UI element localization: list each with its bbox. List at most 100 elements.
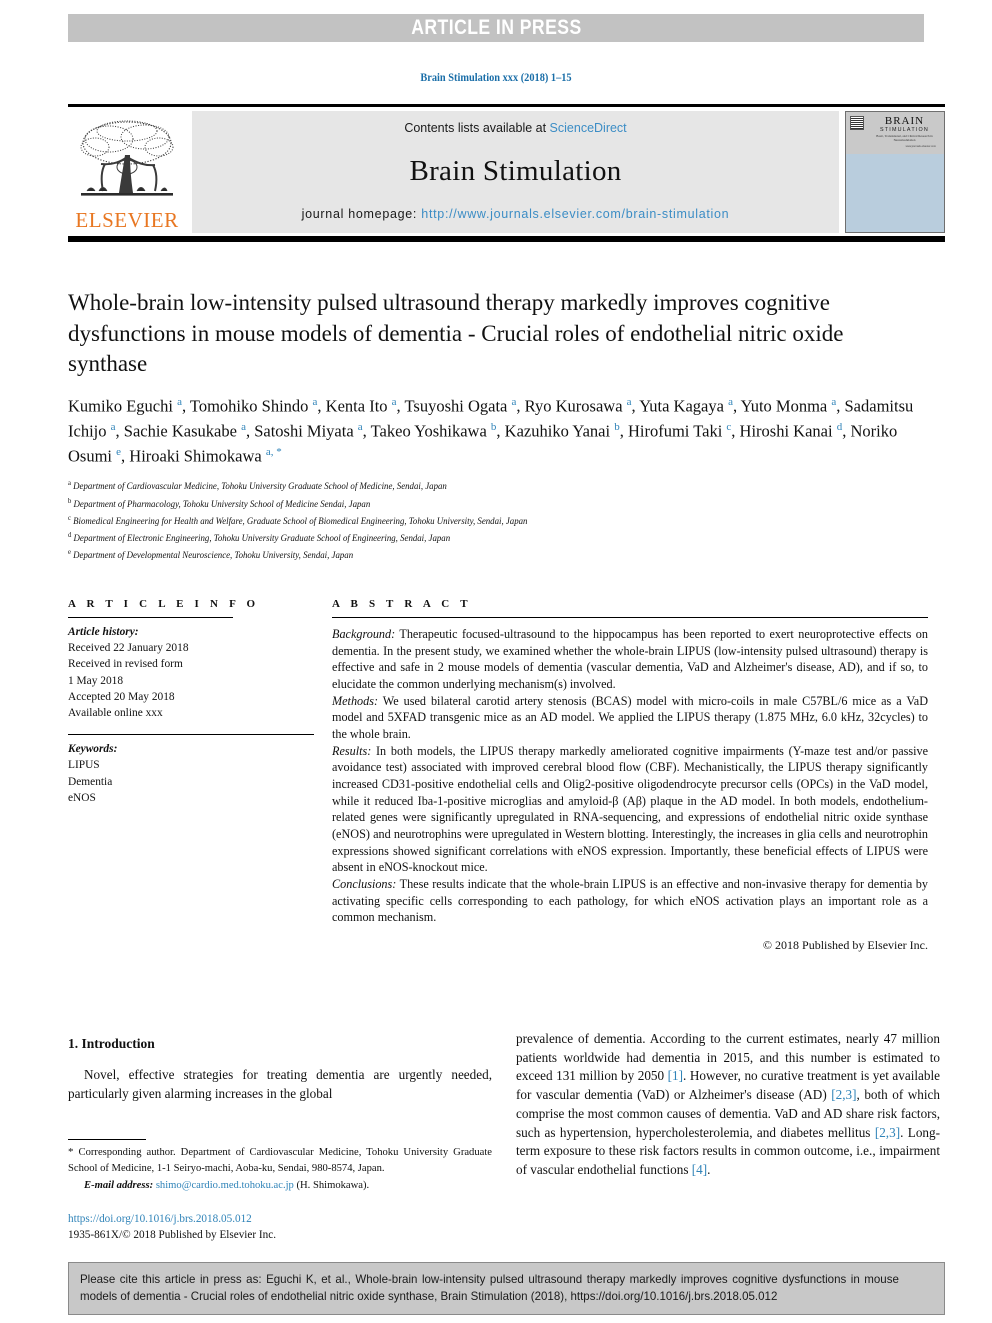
author-affiliation-marker: a <box>626 395 632 408</box>
author-affiliation-marker: a <box>511 395 517 408</box>
author-name[interactable]: Hiroaki Shimokawa <box>129 447 266 466</box>
citation-ref-4[interactable]: [4] <box>692 1162 707 1177</box>
citation-ref-1[interactable]: [1] <box>668 1068 683 1083</box>
author-affiliation-marker: a, * <box>265 446 282 459</box>
citation-ref-2[interactable]: [2,3] <box>831 1087 856 1102</box>
journal-title: Brain Stimulation <box>409 154 622 187</box>
doi-link[interactable]: https://doi.org/10.1016/j.brs.2018.05.01… <box>68 1211 492 1227</box>
article-history-item: Received in revised form <box>68 658 183 671</box>
introduction-paragraph-right: prevalence of dementia. According to the… <box>516 1030 940 1180</box>
cover-title-stimulation: STIMULATION <box>879 127 930 133</box>
abstract-column: A B S T R A C T Background: Therapeutic … <box>332 598 928 953</box>
affiliation-text: Department of Electronic Engineering, To… <box>71 534 451 544</box>
abstract-results-label: Results: <box>332 743 372 758</box>
cite-this-article-box: Please cite this article in press as: Eg… <box>68 1262 945 1316</box>
cover-title-brain: BRAIN <box>884 115 925 127</box>
author-name[interactable]: Tomohiko Shindo <box>190 396 313 415</box>
elsevier-wordmark: ELSEVIER <box>75 208 179 232</box>
homepage-url-link[interactable]: http://www.journals.elsevier.com/brain-s… <box>421 207 729 221</box>
abstract-body: Background: Therapeutic focused-ultrasou… <box>332 626 928 926</box>
journal-homepage-line: journal homepage: http://www.journals.el… <box>302 207 730 221</box>
author-name[interactable]: Sachie Kasukabe <box>124 421 241 440</box>
contents-available-line: Contents lists available at ScienceDirec… <box>404 121 626 135</box>
article-history-item: Received 22 January 2018 <box>68 642 189 655</box>
cover-header: BRAIN STIMULATION Basic, Translational, … <box>846 112 944 154</box>
article-history-block: Article history: Received 22 January 201… <box>68 624 314 721</box>
author-name[interactable]: Ryo Kurosawa <box>525 396 627 415</box>
author-affiliation-marker: b <box>490 420 497 433</box>
abstract-background-text: Therapeutic focused-ultrasound to the hi… <box>332 627 928 691</box>
affiliation-entry: b Department of Pharmacology, Tohoku Uni… <box>68 496 885 513</box>
article-in-press-label: ARTICLE IN PRESS <box>410 16 582 39</box>
author-affiliation-marker: c <box>726 420 732 433</box>
article-history-item: Accepted 20 May 2018 <box>68 690 175 703</box>
author-affiliation-marker: a <box>357 420 363 433</box>
affiliation-text: Biomedical Engineering for Health and We… <box>70 516 528 527</box>
keywords-label: Keywords: <box>68 743 118 756</box>
body-column-left: 1. Introduction Novel, effective strateg… <box>68 1036 492 1243</box>
abstract-methods: Methods: We used bilateral carotid arter… <box>332 693 928 743</box>
running-head-citation: Brain Stimulation xxx (2018) 1–15 <box>420 72 572 84</box>
abstract-rule <box>332 617 928 618</box>
abstract-heading: A B S T R A C T <box>332 598 472 610</box>
doi-block: https://doi.org/10.1016/j.brs.2018.05.01… <box>68 1211 492 1243</box>
introduction-heading: 1. Introduction <box>68 1036 155 1051</box>
article-title: Whole-brain low-intensity pulsed ultraso… <box>68 290 844 377</box>
article-info-heading: A R T I C L E I N F O <box>68 598 260 610</box>
author-affiliation-marker: a <box>312 395 318 408</box>
introduction-paragraph-left: Novel, effective strategies for treating… <box>68 1067 492 1101</box>
author-affiliation-marker: a <box>391 395 397 408</box>
author-affiliation-marker: b <box>614 420 620 433</box>
affiliation-list: a Department of Cardiovascular Medicine,… <box>68 478 928 564</box>
citation-ref-3[interactable]: [2,3] <box>875 1125 900 1140</box>
author-name[interactable]: Tsuyoshi Ogata <box>405 396 512 415</box>
sciencedirect-link[interactable]: ScienceDirect <box>550 121 627 135</box>
abstract-results-text: In both models, the LIPUS therapy marked… <box>332 743 928 875</box>
abstract-conclusions: Conclusions: These results indicate that… <box>332 876 928 926</box>
cover-url: www.journals.elsevier.com <box>905 144 936 148</box>
cover-title-group: BRAIN STIMULATION Basic, Translational, … <box>869 116 940 148</box>
article-info-column: A R T I C L E I N F O Article history: R… <box>68 598 314 806</box>
keyword-item: LIPUS <box>68 759 100 772</box>
elsevier-tree-icon <box>80 120 174 196</box>
affiliation-entry: e Department of Developmental Neuroscien… <box>68 547 885 564</box>
author-name[interactable]: Kumiko Eguchi <box>68 396 177 415</box>
footnote-rule <box>68 1139 146 1141</box>
email-line: E-mail address: shimo@cardio.med.tohoku.… <box>68 1178 492 1193</box>
email-address-link[interactable]: shimo@cardio.med.tohoku.ac.jp <box>156 1180 294 1191</box>
elsevier-logo: ELSEVIER <box>68 111 186 233</box>
footnote-text: Corresponding author. Department of Card… <box>68 1147 492 1175</box>
article-history-item: Available online xxx <box>68 706 163 719</box>
email-owner: (H. Shimokawa). <box>293 1179 370 1191</box>
author-affiliation-marker: d <box>836 420 843 433</box>
abstract-conclusions-text: These results indicate that the whole-br… <box>332 876 928 925</box>
article-in-press-banner: ARTICLE IN PRESS <box>68 14 924 42</box>
keywords-rule <box>68 734 314 736</box>
author-name[interactable]: Yuta Kagaya <box>639 396 728 415</box>
author-name[interactable]: Hirofumi Taki <box>628 421 726 440</box>
author-name[interactable]: Satoshi Miyata <box>254 421 358 440</box>
masthead-bottom-rule <box>68 236 945 242</box>
masthead-center-panel: Contents lists available at ScienceDirec… <box>192 111 839 233</box>
author-name[interactable]: Yuto Monma <box>741 396 832 415</box>
article-history-item: 1 May 2018 <box>68 674 124 687</box>
author-name[interactable]: Hiroshi Kanai <box>740 421 837 440</box>
body-column-right: prevalence of dementia. According to the… <box>516 1030 940 1180</box>
author-affiliation-marker: a <box>241 420 246 433</box>
abstract-conclusions-label: Conclusions: <box>332 876 397 891</box>
affiliation-text: Department of Developmental Neuroscience… <box>70 551 354 562</box>
author-name[interactable]: Kenta Ito <box>326 396 392 415</box>
author-affiliation-marker: a <box>728 395 733 408</box>
cover-subtitle: Basic, Translational, and Clinical Resea… <box>876 134 933 142</box>
author-affiliation-marker: a <box>831 395 837 408</box>
author-name[interactable]: Takeo Yoshikawa <box>371 421 491 440</box>
journal-masthead: ELSEVIER Contents lists available at Sci… <box>68 104 945 233</box>
corresponding-author-footnote: * Corresponding author. Department of Ca… <box>68 1145 492 1192</box>
affiliation-entry: c Biomedical Engineering for Health and … <box>68 513 885 530</box>
article-info-rule <box>68 617 233 618</box>
author-name[interactable]: Kazuhiko Yanai <box>505 421 615 440</box>
email-label: E-mail address: <box>84 1179 154 1191</box>
abstract-background: Background: Therapeutic focused-ultrasou… <box>332 626 928 693</box>
abstract-methods-label: Methods: <box>332 693 379 708</box>
affiliation-entry: d Department of Electronic Engineering, … <box>68 530 885 547</box>
